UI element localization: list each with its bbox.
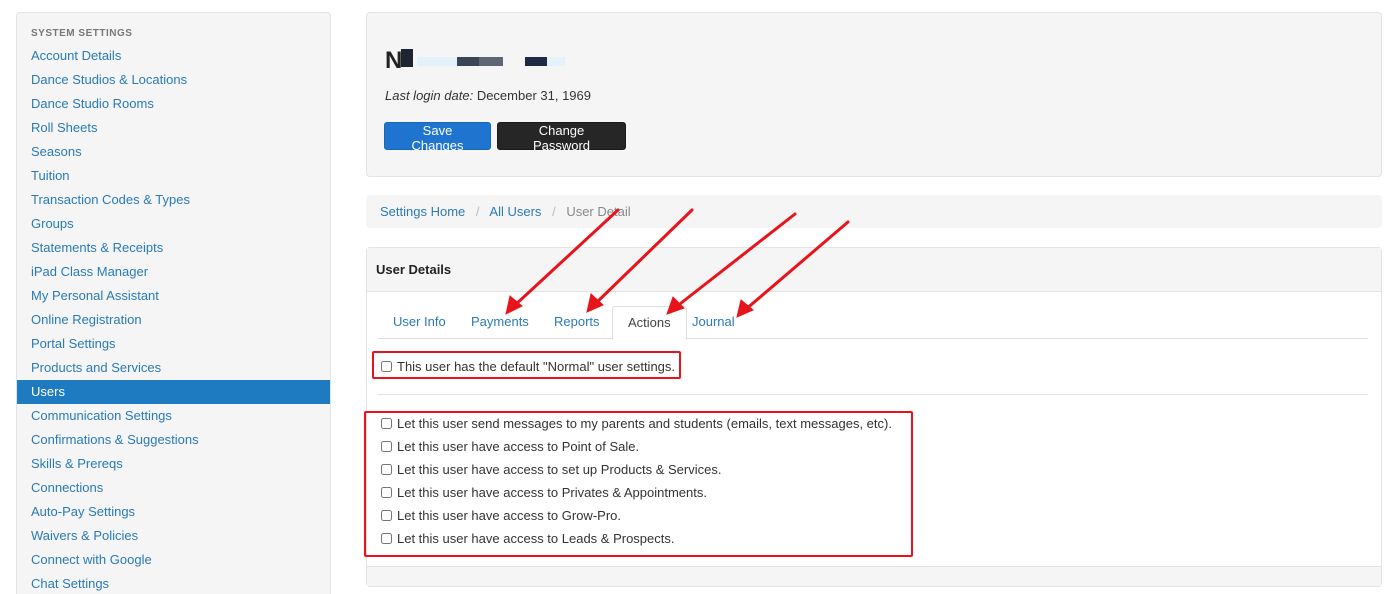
last-login-date: Last login date: December 31, 1969 <box>385 88 591 103</box>
user-details-tabs: User Info Payments Reports Actions Journ… <box>378 306 1368 340</box>
sidebar-item-users[interactable]: Users <box>17 380 330 404</box>
section-divider <box>378 394 1368 395</box>
save-changes-button[interactable]: Save Changes <box>384 122 491 153</box>
redacted-name-block <box>479 57 503 66</box>
redacted-name-block <box>401 49 413 67</box>
sidebar-item-products-services[interactable]: Products and Services <box>17 356 330 380</box>
sidebar-item-roll-sheets[interactable]: Roll Sheets <box>17 116 330 140</box>
sidebar-item-online-registration[interactable]: Online Registration <box>17 308 330 332</box>
breadcrumb-all-users[interactable]: All Users <box>489 204 541 219</box>
sidebar-item-chat-settings[interactable]: Chat Settings <box>17 572 330 594</box>
sidebar-item-dance-studio-rooms[interactable]: Dance Studio Rooms <box>17 92 330 116</box>
breadcrumb-separator: / <box>475 204 480 219</box>
sidebar-item-portal-settings[interactable]: Portal Settings <box>17 332 330 356</box>
annotation-highlight-permissions <box>364 411 913 557</box>
sidebar-item-groups[interactable]: Groups <box>17 212 330 236</box>
redacted-name-block <box>457 57 479 66</box>
tab-user-info[interactable]: User Info <box>378 306 461 339</box>
sidebar-item-waivers-policies[interactable]: Waivers & Policies <box>17 524 330 548</box>
sidebar-item-ipad-class-manager[interactable]: iPad Class Manager <box>17 260 330 284</box>
user-details-title: User Details <box>367 248 1381 292</box>
user-header-panel: N Last login date: December 31, 1969 Sav… <box>366 12 1382 177</box>
tab-actions[interactable]: Actions <box>612 306 687 340</box>
sidebar-item-auto-pay-settings[interactable]: Auto-Pay Settings <box>17 500 330 524</box>
sidebar-item-connect-google[interactable]: Connect with Google <box>17 548 330 572</box>
sidebar-item-my-personal-assistant[interactable]: My Personal Assistant <box>17 284 330 308</box>
settings-sidebar: SYSTEM SETTINGS Account Details Dance St… <box>16 12 331 594</box>
tab-journal[interactable]: Journal <box>677 306 750 339</box>
tab-payments[interactable]: Payments <box>456 306 544 339</box>
sidebar-item-tuition[interactable]: Tuition <box>17 164 330 188</box>
sidebar-item-confirmations-suggestions[interactable]: Confirmations & Suggestions <box>17 428 330 452</box>
sidebar-item-dance-studios-locations[interactable]: Dance Studios & Locations <box>17 68 330 92</box>
redacted-name-block <box>525 57 547 66</box>
redacted-name-block <box>547 57 565 66</box>
redacted-name-block <box>417 57 457 66</box>
sidebar-heading: SYSTEM SETTINGS <box>31 28 133 39</box>
sidebar-item-account-details[interactable]: Account Details <box>17 44 330 68</box>
sidebar-item-communication-settings[interactable]: Communication Settings <box>17 404 330 428</box>
tab-reports[interactable]: Reports <box>539 306 615 339</box>
breadcrumb-separator: / <box>552 204 556 219</box>
sidebar-list: Account Details Dance Studios & Location… <box>17 44 330 594</box>
user-name: N <box>385 47 403 74</box>
sidebar-item-connections[interactable]: Connections <box>17 476 330 500</box>
sidebar-item-statements-receipts[interactable]: Statements & Receipts <box>17 236 330 260</box>
breadcrumb-current: User Detail <box>566 204 631 219</box>
user-details-footer <box>367 566 1381 586</box>
sidebar-item-seasons[interactable]: Seasons <box>17 140 330 164</box>
breadcrumb: Settings Home / All Users / User Detail <box>366 195 1382 228</box>
sidebar-item-transaction-codes[interactable]: Transaction Codes & Types <box>17 188 330 212</box>
last-login-value: December 31, 1969 <box>476 88 591 103</box>
breadcrumb-settings-home[interactable]: Settings Home <box>380 204 465 219</box>
sidebar-item-skills-prereqs[interactable]: Skills & Prereqs <box>17 452 330 476</box>
annotation-highlight-default <box>372 351 681 379</box>
change-password-button[interactable]: Change Password <box>497 122 626 153</box>
last-login-label: Last login date: <box>385 88 474 103</box>
